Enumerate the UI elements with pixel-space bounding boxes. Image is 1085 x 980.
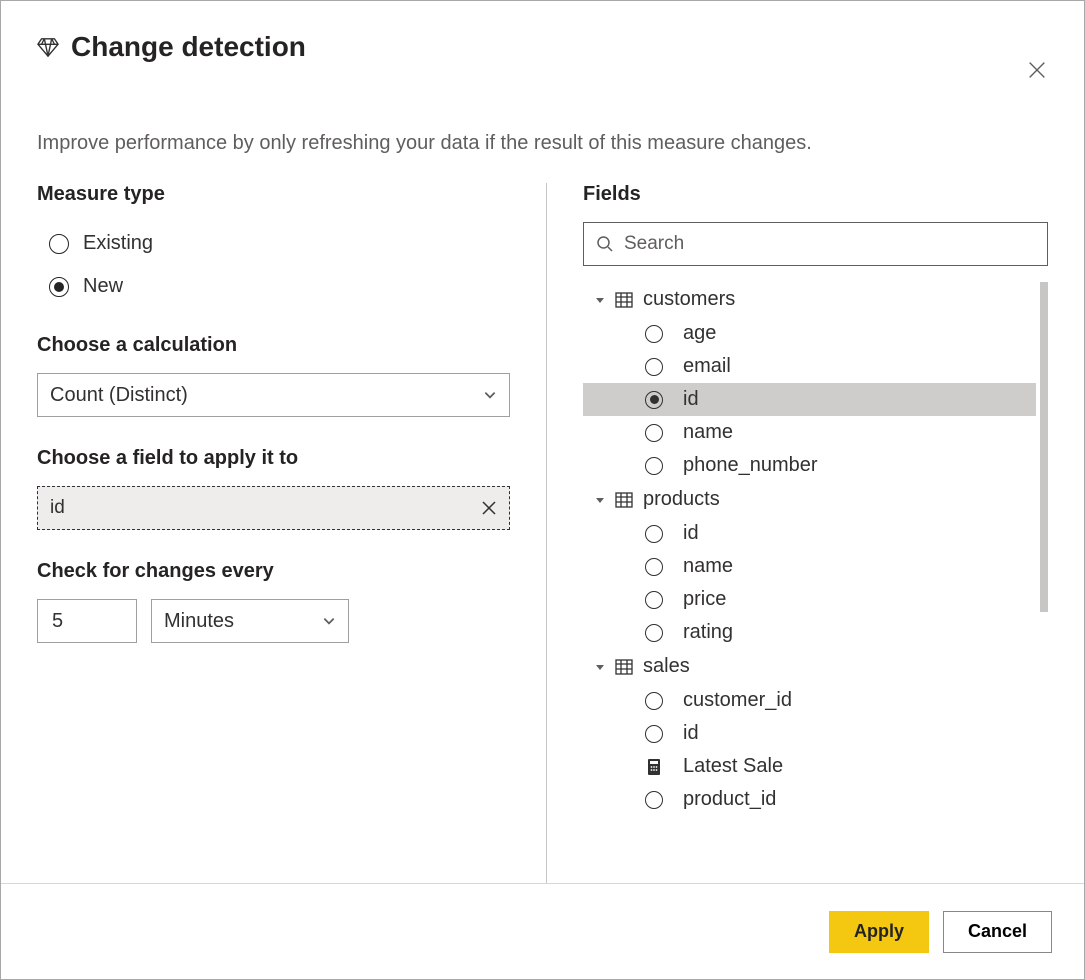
field-radio-icon [645,391,663,409]
calculation-label: Choose a calculation [37,334,510,357]
calculation-dropdown[interactable]: Count (Distinct) [37,373,510,417]
check-interval-label: Check for changes every [37,560,510,583]
interval-row: Minutes [37,599,510,643]
tree-table-customers[interactable]: customers [583,282,1036,317]
right-pane: Fields customers age email id name phone_numb… [547,183,1048,979]
field-label: name [683,421,733,444]
field-radio-icon [645,692,663,710]
calculator-icon [645,758,663,776]
caret-down-icon [595,295,605,305]
tree-field-products-price[interactable]: price [583,583,1036,616]
fields-tree-wrap: customers age email id name phone_numberprodu… [583,282,1048,979]
fields-label: Fields [583,183,1048,206]
field-label: age [683,322,716,345]
field-radio-icon [645,325,663,343]
field-label: product_id [683,788,776,811]
tree-field-sales-Latest-Sale[interactable]: Latest Sale [583,750,1036,783]
chevron-down-icon [483,388,497,402]
field-radio-icon [645,725,663,743]
field-apply-label: Choose a field to apply it to [37,447,510,470]
radio-label: New [83,275,123,298]
field-label: phone_number [683,454,818,477]
table-icon [615,659,633,675]
dialog-footer: Apply Cancel [1,883,1084,979]
field-label: rating [683,621,733,644]
title-row: Change detection [37,31,306,63]
measure-type-label: Measure type [37,183,510,206]
diamond-icon [37,36,59,58]
clear-field-icon[interactable] [481,500,497,516]
field-radio-icon [645,558,663,576]
radio-label: Existing [83,232,153,255]
content-area: Measure type Existing New Choose a calcu… [37,183,1048,979]
field-label: Latest Sale [683,755,783,778]
radio-existing[interactable]: Existing [37,222,510,265]
interval-value-input[interactable] [37,599,137,643]
field-radio-icon [645,525,663,543]
tree-field-products-name[interactable]: name [583,550,1036,583]
field-radio-icon [645,791,663,809]
radio-icon [49,234,69,254]
fields-search[interactable] [583,222,1048,266]
close-icon [1026,59,1048,81]
tree-field-customers-email[interactable]: email [583,350,1036,383]
scrollbar[interactable] [1040,282,1048,612]
tree-field-customers-age[interactable]: age [583,317,1036,350]
table-icon [615,492,633,508]
fields-tree[interactable]: customers age email id name phone_numberprodu… [583,282,1048,979]
measure-type-group: Existing New [37,222,510,308]
cancel-button[interactable]: Cancel [943,911,1052,953]
field-apply-value: id [50,497,65,519]
field-radio-icon [645,358,663,376]
tree-field-customers-id[interactable]: id [583,383,1036,416]
tree-field-sales-customer_id[interactable]: customer_id [583,684,1036,717]
caret-down-icon [595,495,605,505]
field-radio-icon [645,424,663,442]
tree-field-customers-name[interactable]: name [583,416,1036,449]
caret-down-icon [595,662,605,672]
close-button[interactable] [1022,55,1052,88]
tree-field-sales-product_id[interactable]: product_id [583,783,1036,816]
table-label: products [643,488,720,511]
field-radio-icon [645,624,663,642]
field-label: name [683,555,733,578]
radio-icon [49,277,69,297]
field-label: customer_id [683,689,792,712]
tree-table-products[interactable]: products [583,482,1036,517]
apply-button[interactable]: Apply [829,911,929,953]
field-radio-icon [645,591,663,609]
dropdown-value: Count (Distinct) [50,384,188,407]
tree-field-sales-id[interactable]: id [583,717,1036,750]
table-label: sales [643,655,690,678]
field-radio-icon [645,457,663,475]
field-label: id [683,522,699,545]
change-detection-dialog: Change detection Improve performance by … [1,1,1084,979]
field-label: id [683,388,699,411]
dropdown-value: Minutes [164,610,234,633]
left-pane: Measure type Existing New Choose a calcu… [37,183,547,979]
dialog-title: Change detection [71,31,306,63]
search-icon [596,235,614,253]
field-label: email [683,355,731,378]
dialog-subtitle: Improve performance by only refreshing y… [37,132,1048,155]
tree-field-customers-phone_number[interactable]: phone_number [583,449,1036,482]
chevron-down-icon [322,614,336,628]
tree-field-products-rating[interactable]: rating [583,616,1036,649]
table-label: customers [643,288,735,311]
field-apply-box[interactable]: id [37,486,510,530]
table-icon [615,292,633,308]
tree-table-sales[interactable]: sales [583,649,1036,684]
tree-field-products-id[interactable]: id [583,517,1036,550]
field-label: price [683,588,726,611]
interval-unit-dropdown[interactable]: Minutes [151,599,349,643]
field-label: id [683,722,699,745]
search-input[interactable] [624,233,1035,255]
dialog-header: Change detection [37,31,1048,88]
radio-new[interactable]: New [37,265,510,308]
